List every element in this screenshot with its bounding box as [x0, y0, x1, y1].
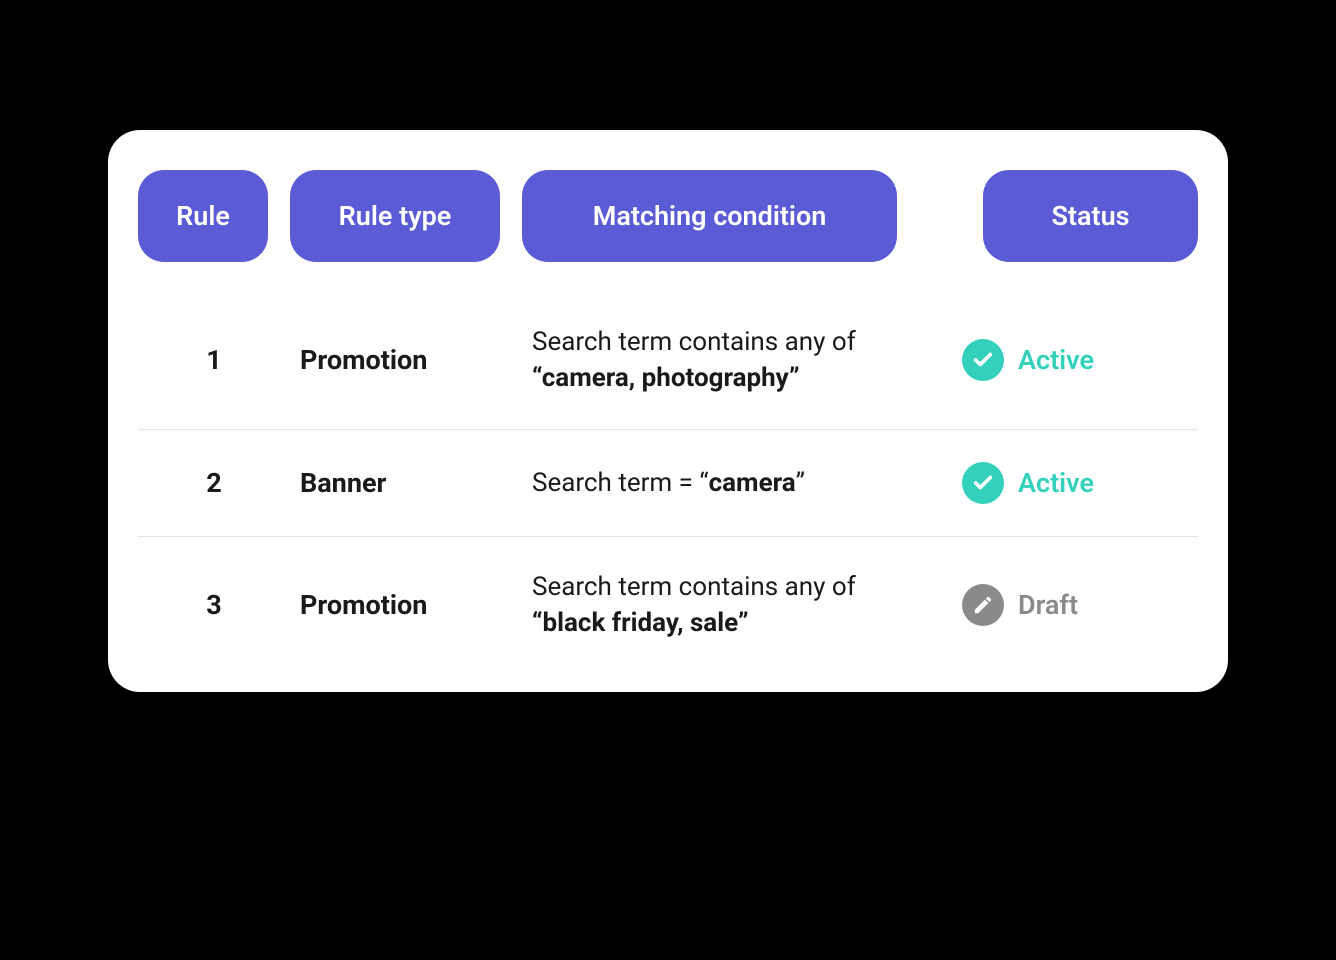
status-label: Active: [1018, 344, 1094, 376]
pencil-icon: [962, 584, 1004, 626]
table-headers: Rule Rule type Matching condition Status: [138, 170, 1198, 262]
matching-condition: Search term contains any of “black frida…: [522, 569, 932, 642]
table-row[interactable]: 2 Banner Search term = “camera” Active: [138, 430, 1198, 537]
rule-id: 3: [138, 589, 290, 621]
rule-type: Promotion: [290, 344, 522, 376]
table-row[interactable]: 1 Promotion Search term contains any of …: [138, 292, 1198, 430]
table-row[interactable]: 3 Promotion Search term contains any of …: [138, 537, 1198, 652]
matching-condition: Search term contains any of “camera, pho…: [522, 324, 932, 397]
header-matching-condition: Matching condition: [522, 170, 897, 262]
header-status: Status: [983, 170, 1198, 262]
rule-id: 1: [138, 344, 290, 376]
status-cell: Active: [932, 339, 1198, 381]
matching-condition: Search term = “camera”: [522, 465, 932, 501]
rules-table-card: Rule Rule type Matching condition Status…: [108, 130, 1228, 692]
rule-type: Banner: [290, 467, 522, 499]
status-label: Active: [1018, 467, 1094, 499]
status-cell: Draft: [932, 584, 1198, 626]
status-label: Draft: [1018, 589, 1078, 621]
check-icon: [962, 339, 1004, 381]
header-rule: Rule: [138, 170, 268, 262]
header-ruletype: Rule type: [290, 170, 500, 262]
rule-type: Promotion: [290, 589, 522, 621]
check-icon: [962, 462, 1004, 504]
rule-id: 2: [138, 467, 290, 499]
status-cell: Active: [932, 462, 1198, 504]
